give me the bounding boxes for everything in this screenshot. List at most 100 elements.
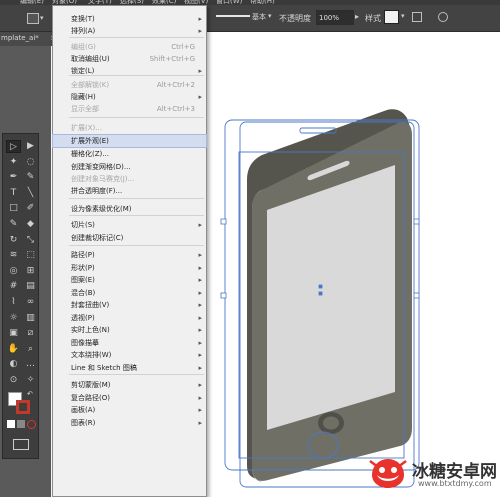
shape-options-button[interactable] <box>27 13 39 24</box>
eyedropper-tool-icon[interactable]: ⌇ <box>6 296 21 309</box>
menu-item-label: 排列(A) <box>71 27 96 35</box>
shaper-tool-icon[interactable]: ✎ <box>6 218 21 231</box>
screen-mode-icon[interactable] <box>13 439 29 450</box>
menu-item[interactable]: 透视(P) ▸ <box>53 312 206 324</box>
blend-tool-icon[interactable]: ∞ <box>23 296 38 309</box>
menu-item[interactable]: 切片(S) ▸ <box>53 219 206 231</box>
color-mode-icon[interactable] <box>7 420 15 428</box>
width-tool-icon[interactable]: ≋ <box>6 249 21 262</box>
symbol-sprayer-tool-icon[interactable]: ☼ <box>6 312 21 325</box>
shape-options-arrow-icon[interactable]: ▾ <box>40 14 44 22</box>
submenu-arrow-icon: ▸ <box>198 15 202 23</box>
menu-item[interactable]: 画板(A) ▸ <box>53 404 206 416</box>
paintbrush-tool-icon[interactable]: ✐ <box>23 202 38 215</box>
recolor-artwork-icon[interactable] <box>438 12 448 22</box>
lasso-tool-icon[interactable]: ◌ <box>23 156 38 169</box>
menu-item-label: 图表(R) <box>71 419 96 427</box>
scale-tool-icon[interactable]: ⤡ <box>23 234 38 247</box>
submenu-arrow-icon: ▸ <box>198 351 202 359</box>
handle-right-top[interactable] <box>413 218 420 225</box>
direct-selection-tool-icon[interactable]: ▶ <box>23 140 38 153</box>
menu-separator <box>69 37 204 38</box>
perspective-grid-tool-icon[interactable]: ⊞ <box>23 265 38 278</box>
hand-tool-icon[interactable]: ✋ <box>6 343 21 356</box>
menu-item[interactable]: 变换(T) ▸ <box>53 13 206 25</box>
column-graph-tool-icon[interactable]: ▥ <box>23 312 38 325</box>
menu-item[interactable]: 取消编组(U) Shift+Ctrl+G <box>53 53 206 65</box>
free-transform-tool-icon[interactable]: ⬚ <box>23 249 38 262</box>
menu-item[interactable]: 隐藏(H) ▸ <box>53 91 206 103</box>
artboard-tool-icon[interactable]: ▣ <box>6 327 21 340</box>
menu-item: 全部解锁(K) Alt+Ctrl+2 <box>53 79 206 91</box>
watermark-url: www.btxtdmy.com <box>418 479 492 488</box>
edit-toolbar-tool-icon[interactable]: … <box>23 358 38 371</box>
extra-tool-2-icon[interactable]: ✧ <box>23 374 38 387</box>
submenu-arrow-icon: ▸ <box>198 276 202 284</box>
rotate-tool-icon[interactable]: ↻ <box>6 234 21 247</box>
menu-item[interactable]: 混合(B) ▸ <box>53 287 206 299</box>
curvature-tool-icon[interactable]: ✎ <box>23 171 38 184</box>
line-tool-icon[interactable]: ╲ <box>23 187 38 200</box>
menu-item-label: 栅格化(Z)... <box>71 150 109 158</box>
stroke-style-arrow-icon[interactable]: ▾ <box>268 12 272 20</box>
menu-item-label: 拼合透明度(F)... <box>71 187 123 195</box>
pen-tool-icon[interactable]: ✒ <box>6 171 21 184</box>
document-tab[interactable]: mplate_ai* × <box>0 32 60 46</box>
graphic-style-arrow-icon[interactable]: ▾ <box>401 12 405 20</box>
menu-item[interactable]: 图案(E) ▸ <box>53 274 206 286</box>
gradient-mode-icon[interactable] <box>17 420 25 428</box>
menu-item[interactable]: 锁定(L) ▸ <box>53 65 206 77</box>
menu-item[interactable]: 剪切蒙版(M) ▸ <box>53 379 206 391</box>
home-button-inner <box>323 416 339 430</box>
opacity-label[interactable]: 不透明度 <box>279 13 311 24</box>
draw-mode-tool-icon[interactable]: ◐ <box>6 358 21 371</box>
menu-item[interactable]: 拼合透明度(F)... <box>53 185 206 197</box>
none-color-icon[interactable] <box>27 420 36 429</box>
document-tab-label: mplate_ai* <box>1 34 39 42</box>
zoom-tool-icon[interactable]: ⌕ <box>23 343 38 356</box>
stroke-color-swatch[interactable] <box>16 400 30 414</box>
extra-tool-1-icon[interactable]: ⊙ <box>6 374 21 387</box>
menu-item-label: 隐藏(H) <box>71 93 96 101</box>
graphic-style-swatch[interactable] <box>384 10 399 24</box>
gradient-tool-icon[interactable]: ▤ <box>23 280 38 293</box>
type-tool-icon[interactable]: T <box>6 187 21 200</box>
stroke-profile-preview[interactable] <box>216 15 250 17</box>
handle-right-middle[interactable] <box>413 292 420 299</box>
document-setup-icon[interactable] <box>412 12 422 22</box>
menu-item: 创建对象马赛克(J)... <box>53 173 206 185</box>
menu-item[interactable]: 创建裁切标记(C) <box>53 232 206 244</box>
magic-wand-tool-icon[interactable]: ✦ <box>6 156 21 169</box>
menu-item[interactable]: Line 和 Sketch 图稿 ▸ <box>53 362 206 374</box>
shape-builder-tool-icon[interactable]: ◎ <box>6 265 21 278</box>
menu-item-label: 创建渐变网格(D)... <box>71 163 131 171</box>
menu-item[interactable]: 栅格化(Z)... <box>53 148 206 160</box>
menu-item[interactable]: 实时上色(N) ▸ <box>53 324 206 336</box>
menu-item[interactable]: 扩展外观(E) <box>52 134 207 148</box>
submenu-arrow-icon: ▸ <box>198 394 202 402</box>
menu-item[interactable]: 文本绕排(W) ▸ <box>53 349 206 361</box>
handle-left-top[interactable] <box>220 218 227 225</box>
mesh-tool-icon[interactable]: # <box>6 280 21 293</box>
menu-item[interactable]: 图像描摹 ▸ <box>53 337 206 349</box>
stroke-style-label: 基本 <box>252 13 266 21</box>
slice-tool-icon[interactable]: ⧄ <box>23 327 38 340</box>
rectangle-tool-icon[interactable]: □ <box>6 202 21 215</box>
swap-fill-stroke-icon[interactable]: ↶ <box>27 390 33 398</box>
menu-item[interactable]: 路径(P) ▸ <box>53 249 206 261</box>
selection-tool-icon[interactable]: ▷ <box>6 140 21 153</box>
menu-item: 扩展(X)... <box>53 122 206 134</box>
opacity-input[interactable]: 100% <box>316 10 354 25</box>
menu-item[interactable]: 设为像素级优化(M) <box>53 203 206 215</box>
handle-left-middle[interactable] <box>220 292 227 299</box>
menu-item[interactable]: 封套扭曲(V) ▸ <box>53 299 206 311</box>
center-point-b <box>318 291 323 296</box>
submenu-arrow-icon: ▸ <box>198 67 202 75</box>
menu-item[interactable]: 形状(P) ▸ <box>53 262 206 274</box>
menu-item[interactable]: 复合路径(O) ▸ <box>53 392 206 404</box>
eraser-tool-icon[interactable]: ◆ <box>23 218 38 231</box>
menu-item[interactable]: 排列(A) ▸ <box>53 25 206 37</box>
menu-item[interactable]: 图表(R) ▸ <box>53 417 206 429</box>
menu-item[interactable]: 创建渐变网格(D)... <box>53 161 206 173</box>
opacity-arrow-icon[interactable]: ▸ <box>355 12 359 21</box>
